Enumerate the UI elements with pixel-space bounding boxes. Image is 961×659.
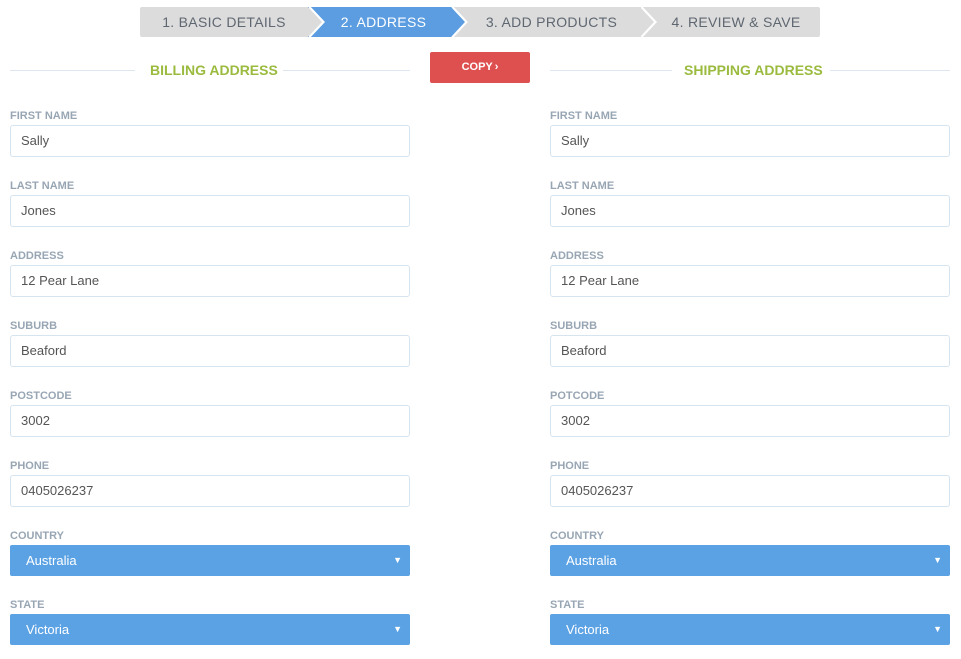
field-label: POTCODE xyxy=(550,390,605,402)
field-label: ADDRESS xyxy=(10,250,64,262)
shipping-address-heading: SHIPPING ADDRESS xyxy=(550,60,950,80)
step-basic-details[interactable]: 1. BASIC DETAILS xyxy=(140,5,325,39)
shipping-phone-input[interactable]: 0405026237 xyxy=(550,475,950,507)
billing-first-name-field: FIRST NAME Sally xyxy=(10,110,410,180)
select-value: Australia xyxy=(566,553,617,568)
copy-button-label: COPY xyxy=(461,61,493,73)
shipping-address-input[interactable]: 12 Pear Lane xyxy=(550,265,950,297)
copy-button[interactable]: COPY › xyxy=(430,52,530,83)
billing-suburb-field: SUBURB Beaford xyxy=(10,320,410,390)
billing-country-select[interactable]: Australia ▼ xyxy=(10,545,410,576)
step-label: 1. BASIC DETAILS xyxy=(162,14,286,30)
billing-phone-field: PHONE 0405026237 xyxy=(10,460,410,530)
field-label: FIRST NAME xyxy=(550,110,618,122)
shipping-first-name-field: FIRST NAME Sally xyxy=(550,110,950,180)
step-label: 3. ADD PRODUCTS xyxy=(485,14,618,30)
field-label: STATE xyxy=(550,599,585,611)
step-address[interactable]: 2. ADDRESS xyxy=(308,5,468,39)
field-label: SUBURB xyxy=(10,320,58,332)
field-label: POSTCODE xyxy=(10,390,72,402)
field-label: COUNTRY xyxy=(550,530,604,542)
select-value: Australia xyxy=(26,553,77,568)
field-label: LAST NAME xyxy=(10,180,75,192)
billing-last-name-input[interactable]: Jones xyxy=(10,195,410,227)
field-label: ADDRESS xyxy=(550,250,604,262)
caret-down-icon: ▼ xyxy=(393,624,402,634)
caret-down-icon: ▼ xyxy=(933,555,942,565)
billing-state-field: STATE Victoria ▼ xyxy=(10,599,410,659)
shipping-state-field: STATE Victoria ▼ xyxy=(550,599,950,659)
select-value: Victoria xyxy=(566,622,610,637)
step-add-products[interactable]: 3. ADD PRODUCTS xyxy=(451,5,657,39)
chevron-right-icon: › xyxy=(494,61,499,73)
shipping-last-name-input[interactable]: Jones xyxy=(550,195,950,227)
step-review-save[interactable]: 4. REVIEW & SAVE xyxy=(640,7,820,37)
field-label: STATE xyxy=(10,599,45,611)
caret-down-icon: ▼ xyxy=(933,624,942,634)
billing-address-field: ADDRESS 12 Pear Lane xyxy=(10,250,410,320)
field-label: PHONE xyxy=(10,460,50,472)
select-value: Victoria xyxy=(26,622,70,637)
shipping-first-name-input[interactable]: Sally xyxy=(550,125,950,157)
billing-country-field: COUNTRY Australia ▼ xyxy=(10,530,410,599)
shipping-state-select[interactable]: Victoria ▼ xyxy=(550,614,950,645)
wizard-steps: 1. BASIC DETAILS 2. ADDRESS 3. ADD PRODU… xyxy=(140,5,820,39)
shipping-country-field: COUNTRY Australia ▼ xyxy=(550,530,950,599)
field-label: COUNTRY xyxy=(10,530,64,542)
divider xyxy=(283,70,410,71)
shipping-address-field: ADDRESS 12 Pear Lane xyxy=(550,250,950,320)
shipping-suburb-input[interactable]: Beaford xyxy=(550,335,950,367)
billing-first-name-input[interactable]: Sally xyxy=(10,125,410,157)
step-label: 4. REVIEW & SAVE xyxy=(671,14,801,30)
shipping-last-name-field: LAST NAME Jones xyxy=(550,180,950,250)
field-label: FIRST NAME xyxy=(10,110,78,122)
divider xyxy=(550,70,672,71)
billing-address-title: BILLING ADDRESS xyxy=(150,62,278,78)
billing-suburb-input[interactable]: Beaford xyxy=(10,335,410,367)
shipping-suburb-field: SUBURB Beaford xyxy=(550,320,950,390)
field-label: SUBURB xyxy=(550,320,598,332)
shipping-country-select[interactable]: Australia ▼ xyxy=(550,545,950,576)
billing-address-heading: BILLING ADDRESS xyxy=(10,60,410,80)
divider xyxy=(830,70,950,71)
divider xyxy=(10,70,135,71)
billing-phone-input[interactable]: 0405026237 xyxy=(10,475,410,507)
shipping-phone-field: PHONE 0405026237 xyxy=(550,460,950,530)
shipping-postcode-field: POTCODE 3002 xyxy=(550,390,950,460)
step-label: 2. ADDRESS xyxy=(340,14,427,30)
shipping-postcode-input[interactable]: 3002 xyxy=(550,405,950,437)
billing-last-name-field: LAST NAME Jones xyxy=(10,180,410,250)
billing-postcode-field: POSTCODE 3002 xyxy=(10,390,410,460)
billing-state-select[interactable]: Victoria ▼ xyxy=(10,614,410,645)
billing-postcode-input[interactable]: 3002 xyxy=(10,405,410,437)
caret-down-icon: ▼ xyxy=(393,555,402,565)
shipping-form: FIRST NAME Sally LAST NAME Jones ADDRESS… xyxy=(550,110,950,659)
billing-form: FIRST NAME Sally LAST NAME Jones ADDRESS… xyxy=(10,110,410,659)
field-label: LAST NAME xyxy=(550,180,615,192)
field-label: PHONE xyxy=(550,460,590,472)
billing-address-input[interactable]: 12 Pear Lane xyxy=(10,265,410,297)
shipping-address-title: SHIPPING ADDRESS xyxy=(684,62,823,78)
